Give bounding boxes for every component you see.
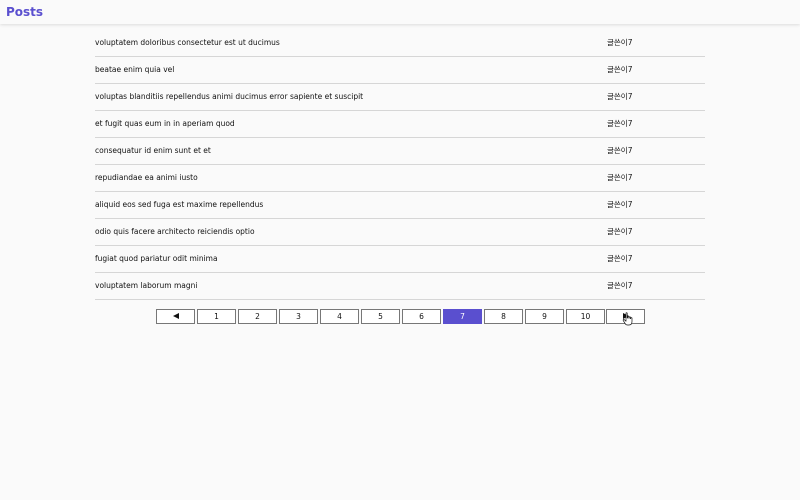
post-row[interactable]: fugiat quod pariatur odit minima 글쓴이7 [95,246,705,273]
triangle-left-icon [172,313,179,319]
page-title: Posts [6,5,44,19]
post-row[interactable]: aliquid eos sed fuga est maxime repellen… [95,192,705,219]
post-title[interactable]: voluptas blanditiis repellendus animi du… [95,92,363,102]
hand-pointer-icon [622,312,633,326]
post-title[interactable]: voluptatem doloribus consectetur est ut … [95,38,280,48]
post-title[interactable]: beatae enim quia vel [95,65,174,75]
page-button-4[interactable]: 4 [320,309,359,324]
post-row[interactable]: odio quis facere architecto reiciendis o… [95,219,705,246]
page-button-3[interactable]: 3 [279,309,318,324]
post-row[interactable]: consequatur id enim sunt et et 글쓴이7 [95,138,705,165]
post-author: 글쓴이7 [607,254,633,263]
post-author: 글쓴이7 [607,281,633,290]
post-title[interactable]: consequatur id enim sunt et et [95,146,211,156]
post-author: 글쓴이7 [607,227,633,236]
page-button-6[interactable]: 6 [402,309,441,324]
post-row[interactable]: voluptatem doloribus consectetur est ut … [95,30,705,57]
post-title[interactable]: aliquid eos sed fuga est maxime repellen… [95,200,263,210]
post-author: 글쓴이7 [607,65,633,74]
post-row[interactable]: beatae enim quia vel 글쓴이7 [95,57,705,84]
post-row[interactable]: repudiandae ea animi iusto 글쓴이7 [95,165,705,192]
post-list: voluptatem doloribus consectetur est ut … [95,30,705,300]
post-author: 글쓴이7 [607,146,633,155]
post-row[interactable]: voluptas blanditiis repellendus animi du… [95,84,705,111]
post-row[interactable]: voluptatem laborum magni 글쓴이7 [95,273,705,300]
post-title[interactable]: fugiat quod pariatur odit minima [95,254,218,264]
page-button-1[interactable]: 1 [197,309,236,324]
page-button-8[interactable]: 8 [484,309,523,324]
page-button-7-current[interactable]: 7 [443,309,482,324]
page-button-10[interactable]: 10 [566,309,605,324]
post-author: 글쓴이7 [607,119,633,128]
post-author: 글쓴이7 [607,92,633,101]
post-title[interactable]: et fugit quas eum in in aperiam quod [95,119,235,129]
app-header: Posts [0,0,800,24]
prev-page-button[interactable] [156,309,195,324]
post-author: 글쓴이7 [607,200,633,209]
post-author: 글쓴이7 [607,38,633,47]
post-title[interactable]: repudiandae ea animi iusto [95,173,198,183]
post-title[interactable]: odio quis facere architecto reiciendis o… [95,227,255,237]
post-title[interactable]: voluptatem laborum magni [95,281,197,291]
page-button-9[interactable]: 9 [525,309,564,324]
page-button-2[interactable]: 2 [238,309,277,324]
page-button-5[interactable]: 5 [361,309,400,324]
post-author: 글쓴이7 [607,173,633,182]
post-row[interactable]: et fugit quas eum in in aperiam quod 글쓴이… [95,111,705,138]
